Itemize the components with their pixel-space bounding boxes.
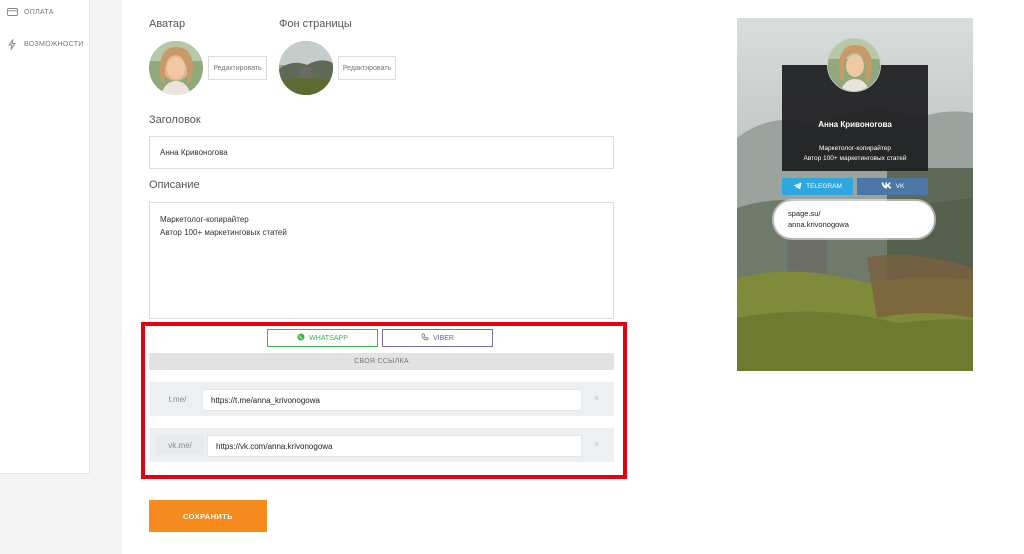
remove-telegram-link-button[interactable]: × [594,393,599,403]
whatsapp-button[interactable]: WHATSAPP [267,329,378,347]
telegram-link-input[interactable]: https://t.me/anna_krivonogowa [202,389,582,411]
preview-description-line: Маркетолог-копирайтер [818,145,892,152]
edit-avatar-button[interactable]: Редактировать [208,56,267,80]
telegram-icon [793,182,802,192]
vk-label: VK [895,183,905,190]
edit-background-button[interactable]: Редактировать [338,56,396,80]
sidebar-item-label: ВОЗМОЖНОСТИ [24,40,84,48]
viber-label: VIBER [432,334,454,342]
preview-vk-button[interactable]: VK [857,178,928,195]
description-line: Маркетолог-копирайтер [160,215,249,224]
sidebar-item-payment[interactable]: ОПЛАТА [6,7,54,17]
preview-url-line: anna.krivonogowa [788,220,849,229]
telegram-label: TELEGRAM [806,183,842,190]
preview-telegram-button[interactable]: TELEGRAM [782,178,853,195]
sidebar: ОПЛАТА ВОЗМОЖНОСТИ [0,0,90,474]
avatar-image[interactable] [149,41,203,95]
preview-avatar [827,38,881,92]
page-preview: Анна Кривоногова Маркетолог-копирайтер А… [737,18,973,371]
vk-link-input[interactable]: https://vk.com/anna.krivonogowa [207,435,582,457]
lightning-icon [6,38,18,50]
whatsapp-label: WHATSAPP [309,334,348,342]
viber-icon [421,333,429,343]
preview-url-line: spage.su/ [788,209,821,218]
sidebar-item-label: ОПЛАТА [24,8,54,16]
title-input[interactable]: Анна Кривоногова [149,136,614,169]
title-input-value: Анна Кривоногова [160,148,228,157]
description-line: Автор 100+ маркетинговых статей [160,228,287,237]
preview-page-url[interactable]: spage.su/ anna.krivonogowa [774,201,934,238]
preview-description: Маркетолог-копирайтер Автор 100+ маркети… [782,144,928,164]
background-image[interactable] [279,41,333,95]
sidebar-item-features[interactable]: ВОЗМОЖНОСТИ [6,38,84,50]
save-button[interactable]: СОХРАНИТЬ [149,500,267,532]
whatsapp-icon [297,333,305,343]
link-prefix: t.me/ [156,389,199,409]
description-label: Описание [149,179,200,191]
vk-icon [881,182,892,191]
custom-link-button[interactable]: СВОЯ ССЫЛКА [149,353,614,370]
title-label: Заголовок [149,114,201,126]
preview-description-line: Автор 100+ маркетинговых статей [803,155,907,162]
description-textarea[interactable]: Маркетолог-копирайтер Автор 100+ маркети… [149,202,614,319]
link-prefix: vk.me/ [156,435,204,455]
background-label: Фон страницы [279,18,352,30]
remove-vk-link-button[interactable]: × [594,439,599,449]
avatar-label: Аватар [149,18,186,30]
viber-button[interactable]: VIBER [382,329,493,347]
preview-name: Анна Кривоногова [818,120,892,129]
card-icon [6,7,18,17]
